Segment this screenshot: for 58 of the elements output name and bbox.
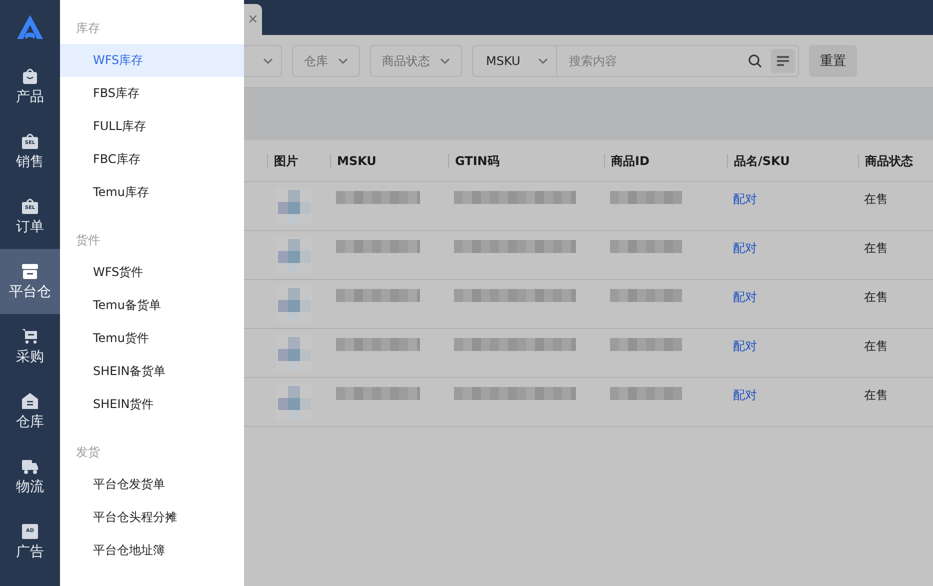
filter-list-button[interactable] xyxy=(771,49,795,73)
menu-item[interactable]: SHEIN备货单 xyxy=(60,355,244,388)
search-field[interactable]: 搜索内容 xyxy=(557,45,748,77)
menu-item[interactable]: 平台仓地址簿 xyxy=(60,534,244,567)
blurred-text xyxy=(610,289,682,302)
menu-item[interactable]: 平台仓发货单 xyxy=(60,468,244,501)
status-text: 在售 xyxy=(864,339,888,353)
nav-item[interactable]: 仓库 xyxy=(0,379,60,444)
nav-item[interactable]: 物流 xyxy=(0,444,60,509)
chevron-down-icon xyxy=(538,58,548,64)
nav-item[interactable]: 平台仓 xyxy=(0,249,60,314)
column-header: 商品状态 xyxy=(858,154,933,168)
section-title: 货件 xyxy=(75,232,101,249)
column-header: MSKU xyxy=(330,154,448,168)
column-header: 商品ID xyxy=(604,154,727,168)
pair-link[interactable]: 配对 xyxy=(733,339,757,353)
section-title: 库存 xyxy=(75,20,101,37)
chevron-down-icon xyxy=(440,58,450,64)
menu-item[interactable]: WFS库存 xyxy=(60,44,244,77)
menu-item[interactable]: FBS库存 xyxy=(60,77,244,110)
menu-item[interactable]: WFS货件 xyxy=(60,256,244,289)
cart-icon xyxy=(21,327,39,345)
column-header: 图片 xyxy=(267,154,330,168)
column-header: 品名/SKU xyxy=(727,154,858,168)
menu-item[interactable]: 平台仓头程分摊 xyxy=(60,501,244,534)
pair-link[interactable]: 配对 xyxy=(733,388,757,402)
column-header: GTIN码 xyxy=(448,154,604,168)
chevron-down-icon xyxy=(263,58,273,64)
warehouse-icon xyxy=(21,392,39,410)
menu-item[interactable]: Temu货件 xyxy=(60,322,244,355)
status-text: 在售 xyxy=(864,290,888,304)
menu-item[interactable]: Temu库存 xyxy=(60,176,244,209)
section-title: 发货 xyxy=(75,444,101,461)
reset-button[interactable]: 重置 xyxy=(809,45,857,77)
nav-item[interactable]: 采购 xyxy=(0,314,60,379)
archive-icon xyxy=(21,262,39,280)
menu-item[interactable]: Temu备货单 xyxy=(60,289,244,322)
logo-icon xyxy=(15,14,45,40)
lines-icon xyxy=(777,56,789,66)
menu-item[interactable]: FULL库存 xyxy=(60,110,244,143)
chevron-down-icon xyxy=(338,58,348,64)
blurred-text xyxy=(610,191,682,204)
nav-item[interactable]: 产品 xyxy=(0,54,60,119)
blurred-text xyxy=(610,240,682,253)
status-text: 在售 xyxy=(864,241,888,255)
status-text: 在售 xyxy=(864,192,888,206)
status-text: 在售 xyxy=(864,388,888,402)
blurred-text xyxy=(610,338,682,351)
menu-item[interactable]: FBC库存 xyxy=(60,143,244,176)
blurred-text xyxy=(610,387,682,400)
menu-item[interactable]: SHEIN货件 xyxy=(60,388,244,421)
pair-link[interactable]: 配对 xyxy=(733,241,757,255)
search-icon xyxy=(748,54,762,68)
bag-icon xyxy=(21,67,39,85)
field-dropdown[interactable]: MSKU xyxy=(472,45,557,77)
pair-link[interactable]: 配对 xyxy=(733,290,757,304)
pair-link[interactable]: 配对 xyxy=(733,192,757,206)
truck-icon xyxy=(21,457,39,475)
